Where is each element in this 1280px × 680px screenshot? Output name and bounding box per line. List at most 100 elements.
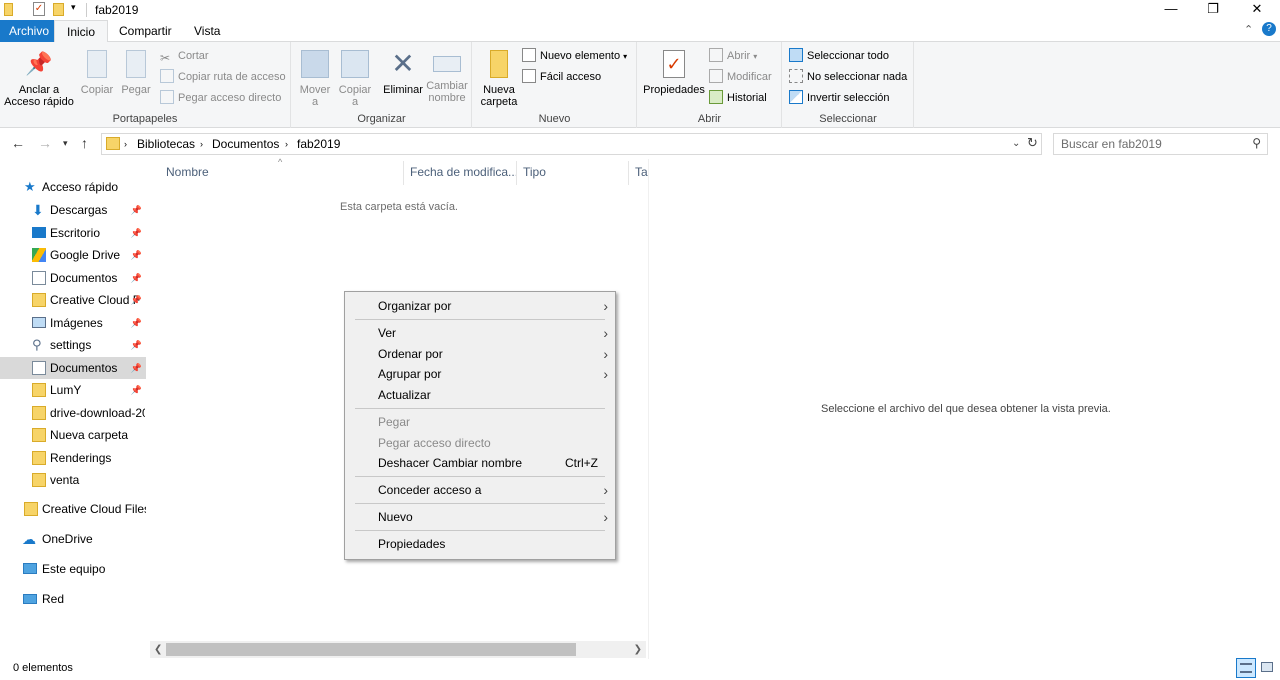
- select-none-button[interactable]: No seleccionar nada: [789, 67, 907, 87]
- easy-access-button[interactable]: Fácil acceso: [522, 67, 601, 87]
- column-header-tipo[interactable]: Tipo: [523, 165, 546, 179]
- recent-locations-icon[interactable]: ▾: [63, 138, 68, 149]
- menu-item-deshacer[interactable]: Deshacer Cambiar nombre Ctrl+Z: [378, 453, 608, 473]
- group-label-abrir: Abrir: [697, 113, 722, 125]
- rename-button[interactable]: Cambiar nombre: [426, 46, 468, 104]
- pin-icon[interactable]: 📌: [131, 244, 142, 266]
- new-folder-quick-icon[interactable]: [53, 3, 64, 16]
- new-item-button[interactable]: Nuevo elemento ▾: [522, 46, 627, 66]
- move-to-button[interactable]: Mover a: [296, 46, 334, 108]
- nav-quick-item[interactable]: Imágenes 📌: [0, 312, 146, 334]
- nav-quick-item[interactable]: Google Drive 📌: [0, 244, 146, 266]
- restore-button[interactable]: ❐: [1190, 0, 1236, 20]
- close-button[interactable]: ✕: [1234, 0, 1280, 20]
- tab-vista[interactable]: Vista: [182, 20, 232, 42]
- nav-quick-item[interactable]: LumY 📌: [0, 379, 146, 401]
- paste-button[interactable]: Pegar: [118, 46, 154, 96]
- nav-quick-item[interactable]: Nueva carpeta: [0, 424, 146, 446]
- large-icons-view-button[interactable]: [1258, 658, 1278, 678]
- scroll-left-icon[interactable]: ❮: [154, 641, 162, 658]
- pin-quick-access-button[interactable]: 📌 Anclar a Acceso rápido: [4, 46, 74, 108]
- menu-item-ver[interactable]: Ver ›: [378, 323, 608, 343]
- breadcrumb-documentos[interactable]: Documentos: [212, 137, 279, 151]
- copy-path-button[interactable]: Copiar ruta de acceso: [160, 67, 286, 87]
- up-arrow-icon[interactable]: ↑: [81, 135, 88, 151]
- delete-button[interactable]: ✕ Eliminar: [380, 46, 426, 97]
- nav-quick-item[interactable]: venta: [0, 469, 146, 491]
- menu-item-propiedades[interactable]: Propiedades: [378, 534, 608, 554]
- menu-item-pegar-acceso-directo[interactable]: Pegar acceso directo: [378, 433, 608, 453]
- nav-este-equipo[interactable]: Este equipo: [0, 558, 146, 580]
- minimize-button[interactable]: —: [1148, 0, 1194, 20]
- open-button[interactable]: Abrir ▾: [709, 46, 757, 66]
- nav-quick-item[interactable]: Renderings: [0, 447, 146, 469]
- new-folder-button[interactable]: Nueva carpeta: [477, 46, 521, 108]
- refresh-icon[interactable]: ↻: [1027, 135, 1038, 151]
- scroll-right-icon[interactable]: ❯: [634, 641, 642, 658]
- select-all-button[interactable]: Seleccionar todo: [789, 46, 889, 66]
- pin-icon[interactable]: 📌: [131, 289, 142, 311]
- nav-acceso-rapido[interactable]: ★ Acceso rápido: [0, 176, 146, 198]
- paste-shortcut-button[interactable]: Pegar acceso directo: [160, 88, 281, 108]
- edit-button[interactable]: Modificar: [709, 67, 772, 87]
- forward-arrow-icon[interactable]: →: [38, 135, 52, 151]
- menu-item-pegar[interactable]: Pegar: [378, 412, 608, 432]
- address-bar[interactable]: › Bibliotecas › Documentos › fab2019 ⌄ ↻: [101, 133, 1042, 155]
- column-separator[interactable]: [403, 161, 404, 185]
- collapse-ribbon-icon[interactable]: ⌃: [1244, 23, 1253, 36]
- nav-quick-item[interactable]: Creative Cloud F 📌: [0, 289, 146, 311]
- horizontal-scrollbar[interactable]: ❮ ❯: [150, 641, 646, 658]
- column-header-nombre[interactable]: Nombre: [166, 165, 209, 179]
- column-header-tamano[interactable]: Ta: [635, 165, 648, 179]
- cut-button[interactable]: ✂ Cortar: [160, 46, 209, 66]
- preview-divider[interactable]: [648, 159, 649, 659]
- address-dropdown-icon[interactable]: ⌄: [1012, 138, 1020, 149]
- menu-item-nuevo[interactable]: Nuevo ›: [378, 507, 608, 527]
- nav-quick-item[interactable]: ⚲ settings 📌: [0, 334, 146, 356]
- breadcrumb-bibliotecas[interactable]: Bibliotecas: [137, 137, 195, 151]
- properties-quick-icon[interactable]: ✓: [33, 2, 45, 16]
- history-button[interactable]: Historial: [709, 88, 767, 108]
- search-input[interactable]: Buscar en fab2019 ⚲: [1053, 133, 1268, 155]
- tab-archivo[interactable]: Archivo: [0, 20, 59, 42]
- nav-onedrive[interactable]: ☁ OneDrive: [0, 528, 146, 550]
- tab-compartir[interactable]: Compartir: [107, 20, 184, 42]
- breadcrumb-fab2019[interactable]: fab2019: [297, 137, 340, 151]
- menu-item-agrupar-por[interactable]: Agrupar por ›: [378, 364, 608, 384]
- copy-button[interactable]: Copiar: [78, 46, 116, 96]
- pin-icon[interactable]: 📌: [131, 312, 142, 334]
- details-view-button[interactable]: [1236, 658, 1256, 678]
- scrollbar-thumb[interactable]: [166, 643, 576, 656]
- column-header-fecha[interactable]: Fecha de modifica...: [410, 165, 518, 179]
- column-separator[interactable]: [516, 161, 517, 185]
- pin-icon[interactable]: 📌: [131, 199, 142, 221]
- copy-to-button[interactable]: Copiar a: [336, 46, 374, 108]
- invert-selection-button[interactable]: Invertir selección: [789, 88, 890, 108]
- menu-item-ordenar-por[interactable]: Ordenar por ›: [378, 344, 608, 364]
- pin-icon[interactable]: 📌: [131, 379, 142, 401]
- menu-item-organizar-por[interactable]: Organizar por ›: [378, 296, 608, 316]
- nav-creative-cloud-files[interactable]: Creative Cloud Files: [0, 498, 146, 520]
- column-separator[interactable]: [628, 161, 629, 185]
- nav-quick-item[interactable]: Documentos 📌: [0, 267, 146, 289]
- back-arrow-icon[interactable]: ←: [11, 135, 25, 151]
- pin-icon[interactable]: 📌: [131, 267, 142, 289]
- customize-quick-access-icon[interactable]: ▾: [71, 2, 76, 13]
- nav-red[interactable]: Red: [0, 588, 146, 610]
- pin-icon[interactable]: 📌: [131, 222, 142, 244]
- breadcrumb-chevron-icon[interactable]: ›: [200, 139, 203, 149]
- pin-icon[interactable]: 📌: [131, 334, 142, 356]
- breadcrumb-chevron-icon[interactable]: ›: [124, 139, 127, 149]
- tab-inicio[interactable]: Inicio: [54, 20, 109, 43]
- pin-icon[interactable]: 📌: [131, 357, 142, 379]
- breadcrumb-chevron-icon[interactable]: ›: [285, 139, 288, 149]
- help-icon[interactable]: ?: [1262, 22, 1276, 36]
- menu-item-conceder-acceso[interactable]: Conceder acceso a ›: [378, 480, 608, 500]
- menu-item-actualizar[interactable]: Actualizar: [378, 385, 608, 405]
- nav-quick-item[interactable]: drive-download-20: [0, 402, 146, 424]
- properties-button[interactable]: ✓ Propiedades: [642, 46, 706, 96]
- nav-quick-item[interactable]: Escritorio 📌: [0, 222, 146, 244]
- nav-quick-item[interactable]: ⬇ Descargas 📌: [0, 199, 146, 221]
- nav-quick-item[interactable]: Documentos 📌: [0, 356, 146, 379]
- title-separator: [86, 3, 87, 17]
